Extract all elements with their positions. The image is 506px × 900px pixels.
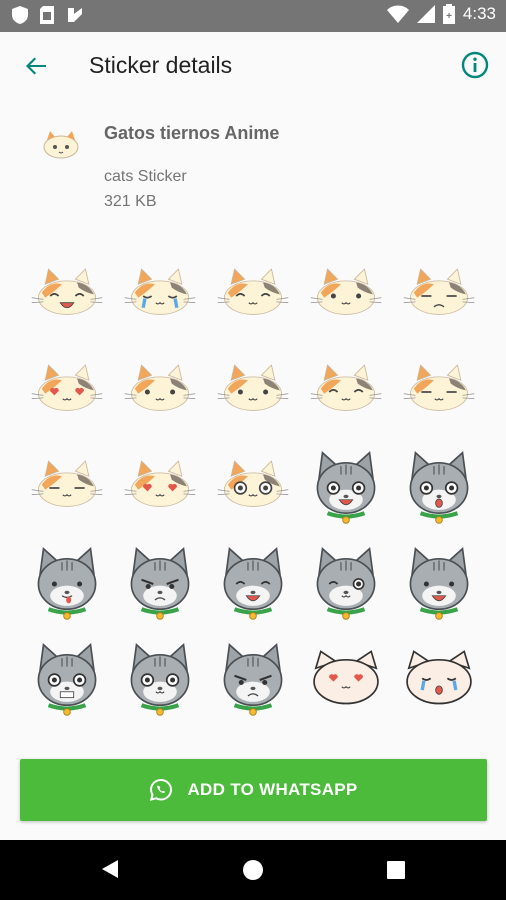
sticker-image <box>130 547 190 620</box>
info-button[interactable] <box>460 50 490 80</box>
sticker-item[interactable] <box>300 440 393 536</box>
nav-home-icon[interactable] <box>242 859 264 881</box>
svg-text:+: + <box>446 11 452 22</box>
battery-icon: + <box>442 4 455 24</box>
sticker-item[interactable] <box>393 440 486 536</box>
sticker-item[interactable] <box>300 344 393 440</box>
sticker-image <box>37 643 96 716</box>
nav-back-icon[interactable] <box>100 858 120 880</box>
pack-size: 321 KB <box>104 193 157 210</box>
navigation-bar <box>0 840 506 900</box>
shield-icon <box>12 6 28 24</box>
sticker-image <box>310 268 382 315</box>
sticker-image <box>316 451 376 524</box>
sticker-item[interactable] <box>20 248 113 344</box>
status-left-icons <box>12 6 84 24</box>
sticker-image <box>406 650 473 705</box>
sticker-image <box>223 643 283 716</box>
arrow-back-icon <box>26 57 46 75</box>
sticker-image <box>404 364 475 411</box>
status-right-icons: + 4:33 <box>386 4 496 24</box>
sticker-image <box>124 268 196 315</box>
pack-header: Gatos tiernos Anime cats Sticker 321 KB <box>0 110 506 230</box>
sticker-image <box>409 547 469 620</box>
sticker-image <box>37 547 96 620</box>
page-title: Sticker details <box>89 52 233 78</box>
sticker-item[interactable] <box>20 344 113 440</box>
sticker-image <box>409 451 469 524</box>
sticker-image <box>217 460 289 507</box>
whatsapp-icon <box>150 778 173 801</box>
sticker-image <box>310 364 382 411</box>
wifi-icon <box>386 5 409 23</box>
sticker-image <box>130 643 190 716</box>
status-bar: + 4:33 <box>0 0 506 32</box>
sticker-image <box>313 650 379 705</box>
sticker-image <box>31 364 102 411</box>
sticker-item[interactable] <box>300 536 393 632</box>
sticker-item[interactable] <box>300 248 393 344</box>
add-to-whatsapp-label: ADD TO WHATSAPP <box>187 780 358 799</box>
sticker-item[interactable] <box>393 536 486 632</box>
toolbar: Sticker details <box>0 32 506 98</box>
info-icon <box>461 51 489 79</box>
sticker-image <box>404 268 475 315</box>
pack-name: Gatos tiernos Anime <box>104 123 280 143</box>
back-button[interactable] <box>20 50 52 82</box>
sticker-image <box>124 364 196 411</box>
sticker-item[interactable] <box>300 632 393 728</box>
sticker-item[interactable] <box>113 440 206 536</box>
sticker-image <box>31 268 102 315</box>
pack-publisher: cats Sticker <box>104 168 187 185</box>
sticker-item[interactable] <box>393 344 486 440</box>
tray-icon <box>43 131 79 159</box>
sticker-image <box>217 364 289 411</box>
sticker-item[interactable] <box>206 632 299 728</box>
sticker-item[interactable] <box>113 536 206 632</box>
sticker-item[interactable] <box>20 536 113 632</box>
sticker-item[interactable] <box>206 440 299 536</box>
sticker-item[interactable] <box>393 248 486 344</box>
status-time: 4:33 <box>462 4 496 23</box>
add-to-whatsapp-button[interactable]: ADD TO WHATSAPP <box>20 759 487 821</box>
sticker-image <box>124 460 196 507</box>
sticker-item[interactable] <box>206 344 299 440</box>
sticker-item[interactable] <box>20 632 113 728</box>
sticker-item[interactable] <box>20 440 113 536</box>
sticker-item[interactable] <box>206 248 299 344</box>
sticker-grid <box>20 248 486 728</box>
sticker-item[interactable] <box>113 344 206 440</box>
sticker-image <box>31 460 102 507</box>
sticker-item[interactable] <box>393 632 486 728</box>
sticker-image <box>217 268 289 315</box>
sticker-image <box>223 547 283 620</box>
signal-icon <box>416 5 435 23</box>
sticker-item[interactable] <box>206 536 299 632</box>
notification-icon <box>68 8 82 22</box>
nav-recents-icon[interactable] <box>387 861 405 879</box>
sticker-item[interactable] <box>113 632 206 728</box>
sticker-item[interactable] <box>113 248 206 344</box>
sim-card-icon <box>40 6 54 24</box>
sticker-image <box>316 547 376 620</box>
